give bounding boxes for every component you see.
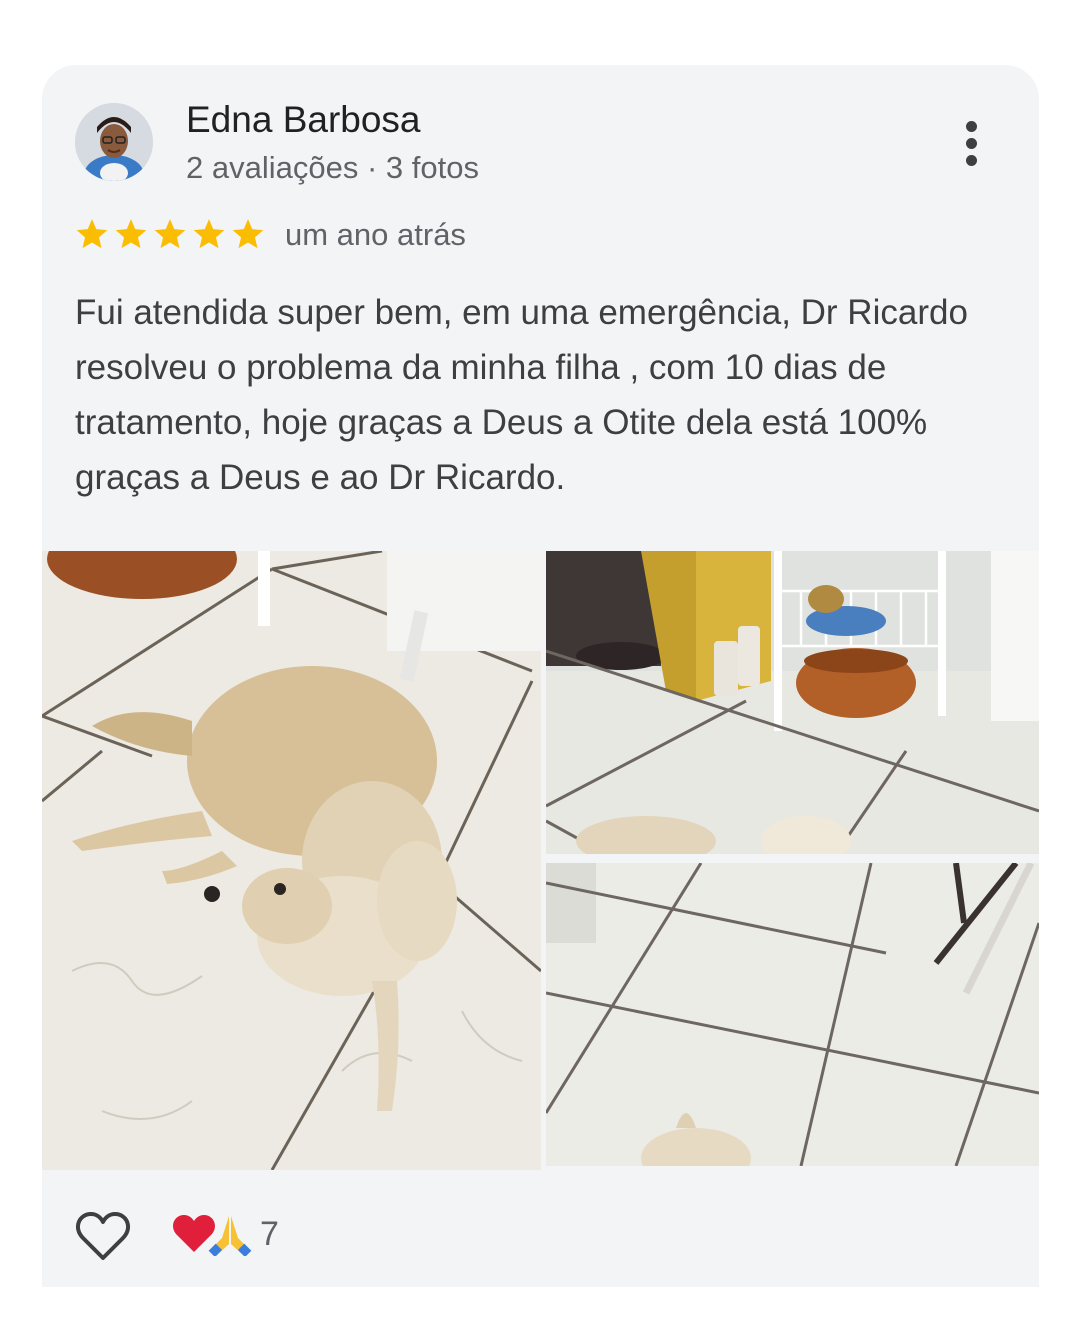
review-photo-1[interactable] <box>42 551 541 1170</box>
reaction-summary[interactable]: 7 <box>172 1212 279 1256</box>
review-time: um ano atrás <box>285 217 466 252</box>
author-meta: 2 avaliações · 3 fotos <box>186 150 479 185</box>
praying-hands-icon <box>208 1216 252 1256</box>
star-icon <box>115 219 147 249</box>
star-rating <box>75 217 265 251</box>
star-icon <box>193 219 225 249</box>
review-photo-2[interactable] <box>546 551 1039 854</box>
review-text: Fui atendida super bem, em uma emergênci… <box>75 293 968 497</box>
star-icon <box>232 219 264 249</box>
star-icon <box>76 219 108 249</box>
star-icon <box>154 219 186 249</box>
like-button[interactable] <box>75 1210 131 1262</box>
review-actions: 7 <box>42 1170 1039 1287</box>
reaction-count: 7 <box>260 1215 279 1253</box>
photo-divider <box>546 854 1039 863</box>
heart-outline-icon <box>75 1212 131 1260</box>
review-card: Edna Barbosa 2 avaliações · 3 fotos um a… <box>42 65 1039 1287</box>
author-avatar[interactable] <box>75 103 153 181</box>
author-name[interactable]: Edna Barbosa <box>186 99 421 141</box>
review-photo-3[interactable] <box>546 863 1039 1166</box>
more-options-button[interactable] <box>950 115 990 171</box>
